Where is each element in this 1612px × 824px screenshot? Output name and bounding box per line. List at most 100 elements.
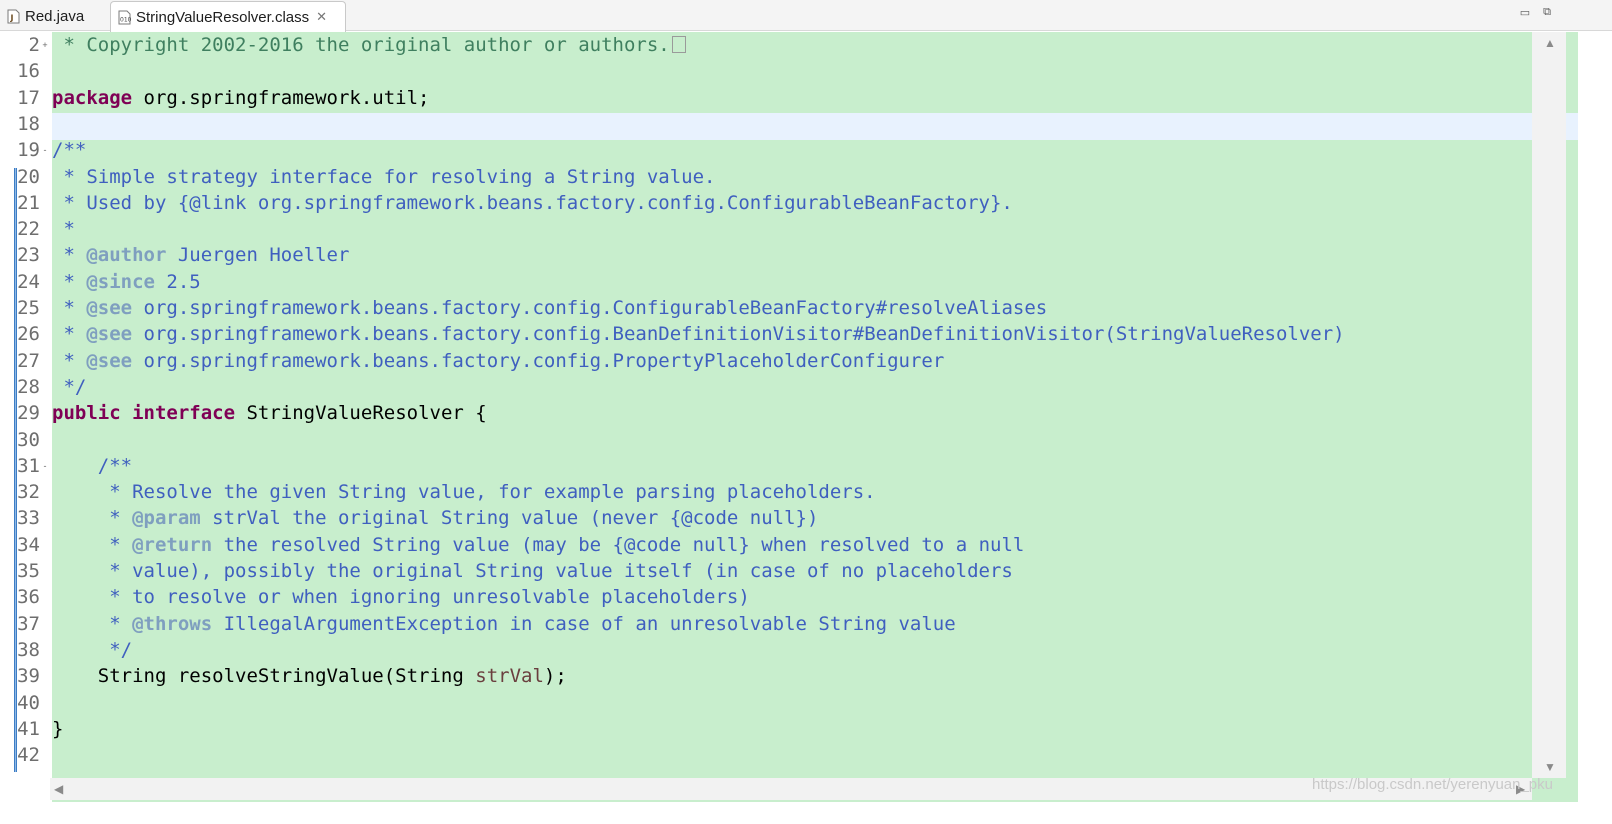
- scroll-down-icon[interactable]: ▼: [1544, 760, 1556, 774]
- tab-label: Red.java: [25, 8, 85, 25]
- code-editor[interactable]: 2 + * Copyright 2002-2016 the original au…: [14, 32, 1578, 802]
- scroll-left-icon[interactable]: ◀: [54, 782, 63, 796]
- code-text: String resolveStringValue(String strVal)…: [52, 663, 567, 690]
- code-token: *: [52, 218, 75, 241]
- fold-expand-icon[interactable]: +: [41, 41, 49, 50]
- keyword: public: [52, 402, 121, 425]
- code-line: 40: [14, 690, 1578, 717]
- horizontal-scrollbar[interactable]: ◀ ▶: [50, 778, 1532, 800]
- code-token: * value), possibly the original String v…: [52, 560, 1013, 582]
- tab-label: StringValueResolver.class: [136, 8, 310, 26]
- code-line: 23 * @author Juergen Hoeller: [14, 242, 1578, 269]
- parameter: strVal: [475, 665, 544, 688]
- code-line: 16: [14, 58, 1578, 85]
- code-token: * Resolve the given String value, for ex…: [52, 481, 876, 504]
- fold-collapse-icon[interactable]: -: [41, 461, 49, 470]
- line-number: 31: [17, 454, 40, 477]
- javadoc-tag: @author: [86, 244, 167, 267]
- code-token: * to resolve or when ignoring unresolvab…: [52, 586, 750, 609]
- code-text: public interface StringValueResolver {: [52, 400, 487, 427]
- code-line: 36 * to resolve or when ignoring unresol…: [14, 584, 1578, 611]
- editor-tab-bar: J Red.java 010 StringValueResolver.class…: [0, 0, 1612, 32]
- line-number: 21: [17, 191, 40, 214]
- code-text: /**: [52, 137, 86, 164]
- javadoc-tag: @see: [86, 349, 133, 372]
- line-number: 22: [17, 218, 40, 241]
- code-line: 33 * @param strVal the original String v…: [14, 505, 1578, 532]
- code-line: 24 * @since 2.5: [14, 269, 1578, 296]
- line-number: 25: [17, 297, 40, 319]
- class-file-icon: 010: [117, 9, 131, 25]
- code-token: *: [52, 507, 133, 530]
- code-line: 28 */: [14, 374, 1578, 401]
- line-number: 32: [17, 481, 40, 504]
- line-number: 34: [17, 533, 40, 556]
- line-number: 37: [17, 612, 40, 635]
- tab-stringvalueresolver-class[interactable]: 010 StringValueResolver.class ✕: [110, 1, 346, 32]
- watermark: https://blog.csdn.net/yerenyuan_pku: [1312, 776, 1553, 793]
- line-number: 26: [17, 323, 40, 346]
- code-token: *: [52, 612, 133, 635]
- code-line: 27 * @see org.springframework.beans.fact…: [14, 348, 1578, 375]
- code-token: * Simple strategy interface for resolvin…: [52, 165, 716, 188]
- code-token: *: [52, 297, 87, 319]
- code-token: *: [52, 533, 133, 556]
- code-text: * to resolve or when ignoring unresolvab…: [52, 584, 750, 611]
- code-line: 37 * @throws IllegalArgumentException in…: [14, 611, 1578, 638]
- javadoc-tag: @see: [86, 323, 133, 346]
- maximize-icon[interactable]: ⧉: [1540, 6, 1554, 18]
- code-text: * Used by {@link org.springframework.bea…: [52, 190, 1013, 217]
- line-number: 40: [17, 691, 40, 714]
- code-line: 41}: [14, 716, 1578, 743]
- code-line: 32 * Resolve the given String value, for…: [14, 479, 1578, 506]
- code-line: 29 public interface StringValueResolver {: [14, 400, 1578, 427]
- code-token: String resolveStringValue(String: [52, 665, 476, 688]
- line-number: 33: [17, 507, 40, 530]
- code-token: *: [52, 349, 87, 372]
- close-icon[interactable]: ✕: [316, 9, 327, 25]
- code-line: 35 * value), possibly the original Strin…: [14, 558, 1578, 585]
- tab-red-java[interactable]: J Red.java: [0, 2, 108, 31]
- code-text: * @see org.springframework.beans.factory…: [52, 321, 1344, 348]
- line-number: 20: [17, 165, 40, 188]
- code-line: 21 * Used by {@link org.springframework.…: [14, 190, 1578, 217]
- javadoc-tag: @see: [86, 297, 133, 319]
- code-text: * @see org.springframework.beans.factory…: [52, 295, 1047, 322]
- code-text: * Resolve the given String value, for ex…: [52, 479, 876, 506]
- folded-region-box[interactable]: [671, 36, 686, 53]
- line-number: 38: [17, 638, 40, 661]
- line-number: 41: [17, 717, 40, 740]
- line-number: 24: [17, 270, 40, 293]
- line-number: 2: [28, 34, 40, 56]
- code-text: * @author Juergen Hoeller: [52, 242, 349, 269]
- javadoc-tag: @throws: [132, 612, 213, 635]
- code-text: * @since 2.5: [52, 269, 200, 296]
- code-text: * value), possibly the original String v…: [52, 558, 1013, 585]
- code-token: the resolved String value (may be {@code…: [212, 533, 1025, 556]
- javadoc-tag: @param: [132, 507, 201, 530]
- code-token: strVal the original String value (never …: [200, 507, 819, 530]
- code-line: 42: [14, 742, 1578, 769]
- line-number: 29: [17, 402, 40, 425]
- code-line: 39 String resolveStringValue(String strV…: [14, 663, 1578, 690]
- vertical-scrollbar[interactable]: ▲ ▼: [1532, 32, 1566, 778]
- code-text: */: [52, 374, 86, 401]
- java-file-icon: J: [6, 9, 20, 25]
- line-number: 35: [17, 560, 40, 582]
- code-text: }: [52, 716, 63, 743]
- line-number: 28: [17, 375, 40, 398]
- code-token: *: [52, 270, 87, 293]
- line-number: 17: [17, 86, 40, 109]
- code-text: * Copyright 2002-2016 the original autho…: [52, 32, 686, 59]
- fold-collapse-icon[interactable]: -: [41, 146, 49, 155]
- code-text: package org.springframework.util;: [52, 85, 430, 112]
- code-token: }: [52, 717, 64, 740]
- code-text: * Simple strategy interface for resolvin…: [52, 164, 715, 191]
- scroll-up-icon[interactable]: ▲: [1544, 36, 1556, 50]
- code-token: /**: [52, 139, 87, 162]
- keyword: interface: [132, 402, 236, 425]
- code-line: 30: [14, 427, 1578, 454]
- line-number: 23: [17, 244, 40, 267]
- code-token: * Used by {@link org.springframework.bea…: [52, 191, 1013, 214]
- minimize-icon[interactable]: ▭: [1518, 6, 1532, 19]
